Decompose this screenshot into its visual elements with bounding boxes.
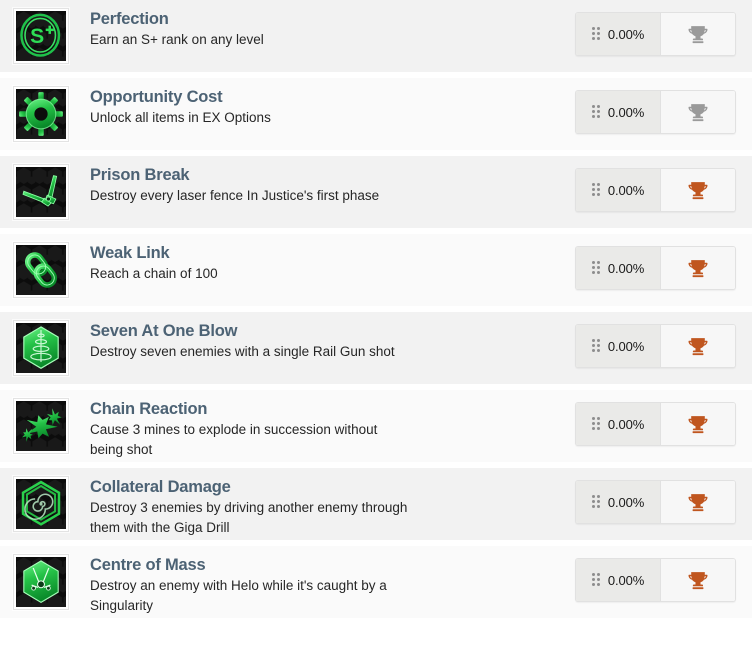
achievement-description: Destroy 3 enemies by driving another ene… [90,500,408,535]
achievement-controls[interactable]: 0.00% [575,90,736,134]
rail-gun-spiral-hex-icon [16,323,66,373]
achievement-title: Opportunity Cost [90,88,223,106]
achievement-controls[interactable]: 0.00% [575,402,736,446]
achievement-text: Prison Break Destroy every laser fence In… [69,156,490,206]
achievement-trophy-button[interactable] [661,325,735,367]
achievement-progress-value: 0.00% [607,494,645,510]
achievement-icon-frame [13,476,69,532]
achievement-description: Cause 3 mines to explode in succession w… [90,422,378,457]
achievement-description: Reach a chain of 100 [90,266,218,281]
achievement-progress-value: 0.00% [607,104,645,120]
achievement-icon-frame [13,86,69,142]
drag-handle-icon[interactable] [591,573,601,587]
drag-handle-icon[interactable] [591,417,601,431]
achievement-progress-button[interactable]: 0.00% [576,91,661,133]
achievement-icon-frame [13,554,69,610]
achievement-title: Collateral Damage [90,478,231,496]
achievement-row[interactable]: Prison Break Destroy every laser fence In… [0,156,752,228]
drag-handle-icon[interactable] [591,183,601,197]
achievement-trophy-button[interactable] [661,403,735,445]
trophy-icon [688,103,708,122]
achievement-trophy-button[interactable] [661,169,735,211]
achievement-controls[interactable]: 0.00% [575,324,736,368]
achievement-controls[interactable]: 0.00% [575,168,736,212]
svg-text:S: S [30,25,44,48]
achievement-text: Collateral Damage Destroy 3 enemies by dr… [69,468,490,538]
achievement-progress-value: 0.00% [607,572,645,588]
drag-handle-icon[interactable] [591,339,601,353]
achievement-row[interactable]: Chain Reaction Cause 3 mines to explode i… [0,390,752,462]
achievement-progress-value: 0.00% [607,260,645,276]
achievement-trophy-button[interactable] [661,247,735,289]
achievement-row[interactable]: Centre of Mass Destroy an enemy with Helo… [0,546,752,618]
achievement-title: Seven At One Blow [90,322,238,340]
achievement-text: Weak Link Reach a chain of 100 [69,234,490,284]
trophy-icon [688,415,708,434]
achievement-icon-frame [13,320,69,376]
achievement-controls[interactable]: 0.00% [575,246,736,290]
achievement-progress-button[interactable]: 0.00% [576,13,661,55]
achievement-description: Destroy an enemy with Helo while it's ca… [90,578,387,613]
achievement-progress-button[interactable]: 0.00% [576,481,661,523]
achievement-icon-frame: S [13,8,69,64]
achievement-description: Unlock all items in EX Options [90,110,271,125]
achievement-progress-button[interactable]: 0.00% [576,403,661,445]
chain-link-icon [16,245,66,295]
achievement-text: Chain Reaction Cause 3 mines to explode i… [69,390,490,460]
achievement-trophy-button[interactable] [661,13,735,55]
achievement-title: Weak Link [90,244,170,262]
achievement-row[interactable]: Seven At One Blow Destroy seven enemies w… [0,312,752,384]
achievement-controls[interactable]: 0.00% [575,558,736,602]
trophy-icon [688,571,708,590]
achievement-row[interactable]: Weak Link Reach a chain of 100 0.00% [0,234,752,306]
trophy-icon [688,493,708,512]
achievement-icon-frame [13,242,69,298]
bolt-cutters-icon [16,167,66,217]
trophy-icon [688,337,708,356]
drag-handle-icon[interactable] [591,495,601,509]
explosion-splat-icon [16,401,66,451]
achievement-text: Perfection Earn an S+ rank on any level [69,0,490,50]
achievement-trophy-button[interactable] [661,481,735,523]
achievement-title: Chain Reaction [90,400,208,418]
s-plus-rank-icon: S [16,11,66,61]
trophy-icon [688,25,708,44]
giga-drill-spiral-hex-icon [16,479,66,529]
achievement-list: S Perfection Earn an S+ rank on any level 0… [0,0,752,618]
achievement-icon-frame [13,398,69,454]
achievement-progress-value: 0.00% [607,416,645,432]
achievement-progress-button[interactable]: 0.00% [576,169,661,211]
achievement-controls[interactable]: 0.00% [575,480,736,524]
achievement-description: Destroy every laser fence In Justice's f… [90,188,380,203]
achievement-row[interactable]: Collateral Damage Destroy 3 enemies by dr… [0,468,752,540]
achievement-title: Centre of Mass [90,556,206,574]
achievement-title: Perfection [90,10,169,28]
achievement-row[interactable]: Opportunity Cost Unlock all items in EX O… [0,78,752,150]
achievement-title: Prison Break [90,166,190,184]
singularity-hex-icon [16,557,66,607]
trophy-icon [688,259,708,278]
drag-handle-icon[interactable] [591,261,601,275]
achievement-text: Opportunity Cost Unlock all items in EX O… [69,78,490,128]
achievement-progress-value: 0.00% [607,182,645,198]
achievement-row[interactable]: S Perfection Earn an S+ rank on any level 0… [0,0,752,72]
achievement-text: Seven At One Blow Destroy seven enemies w… [69,312,490,362]
achievement-progress-button[interactable]: 0.00% [576,559,661,601]
drag-handle-icon[interactable] [591,105,601,119]
achievement-trophy-button[interactable] [661,559,735,601]
achievement-trophy-button[interactable] [661,91,735,133]
gear-icon [16,89,66,139]
achievement-progress-value: 0.00% [607,26,645,42]
achievement-controls[interactable]: 0.00% [575,12,736,56]
achievement-description: Earn an S+ rank on any level [90,32,264,47]
achievement-progress-value: 0.00% [607,338,645,354]
achievement-progress-button[interactable]: 0.00% [576,325,661,367]
trophy-icon [688,181,708,200]
achievement-description: Destroy seven enemies with a single Rail… [90,344,395,359]
drag-handle-icon[interactable] [591,27,601,41]
achievement-text: Centre of Mass Destroy an enemy with Helo… [69,546,490,616]
achievement-icon-frame [13,164,69,220]
achievement-progress-button[interactable]: 0.00% [576,247,661,289]
